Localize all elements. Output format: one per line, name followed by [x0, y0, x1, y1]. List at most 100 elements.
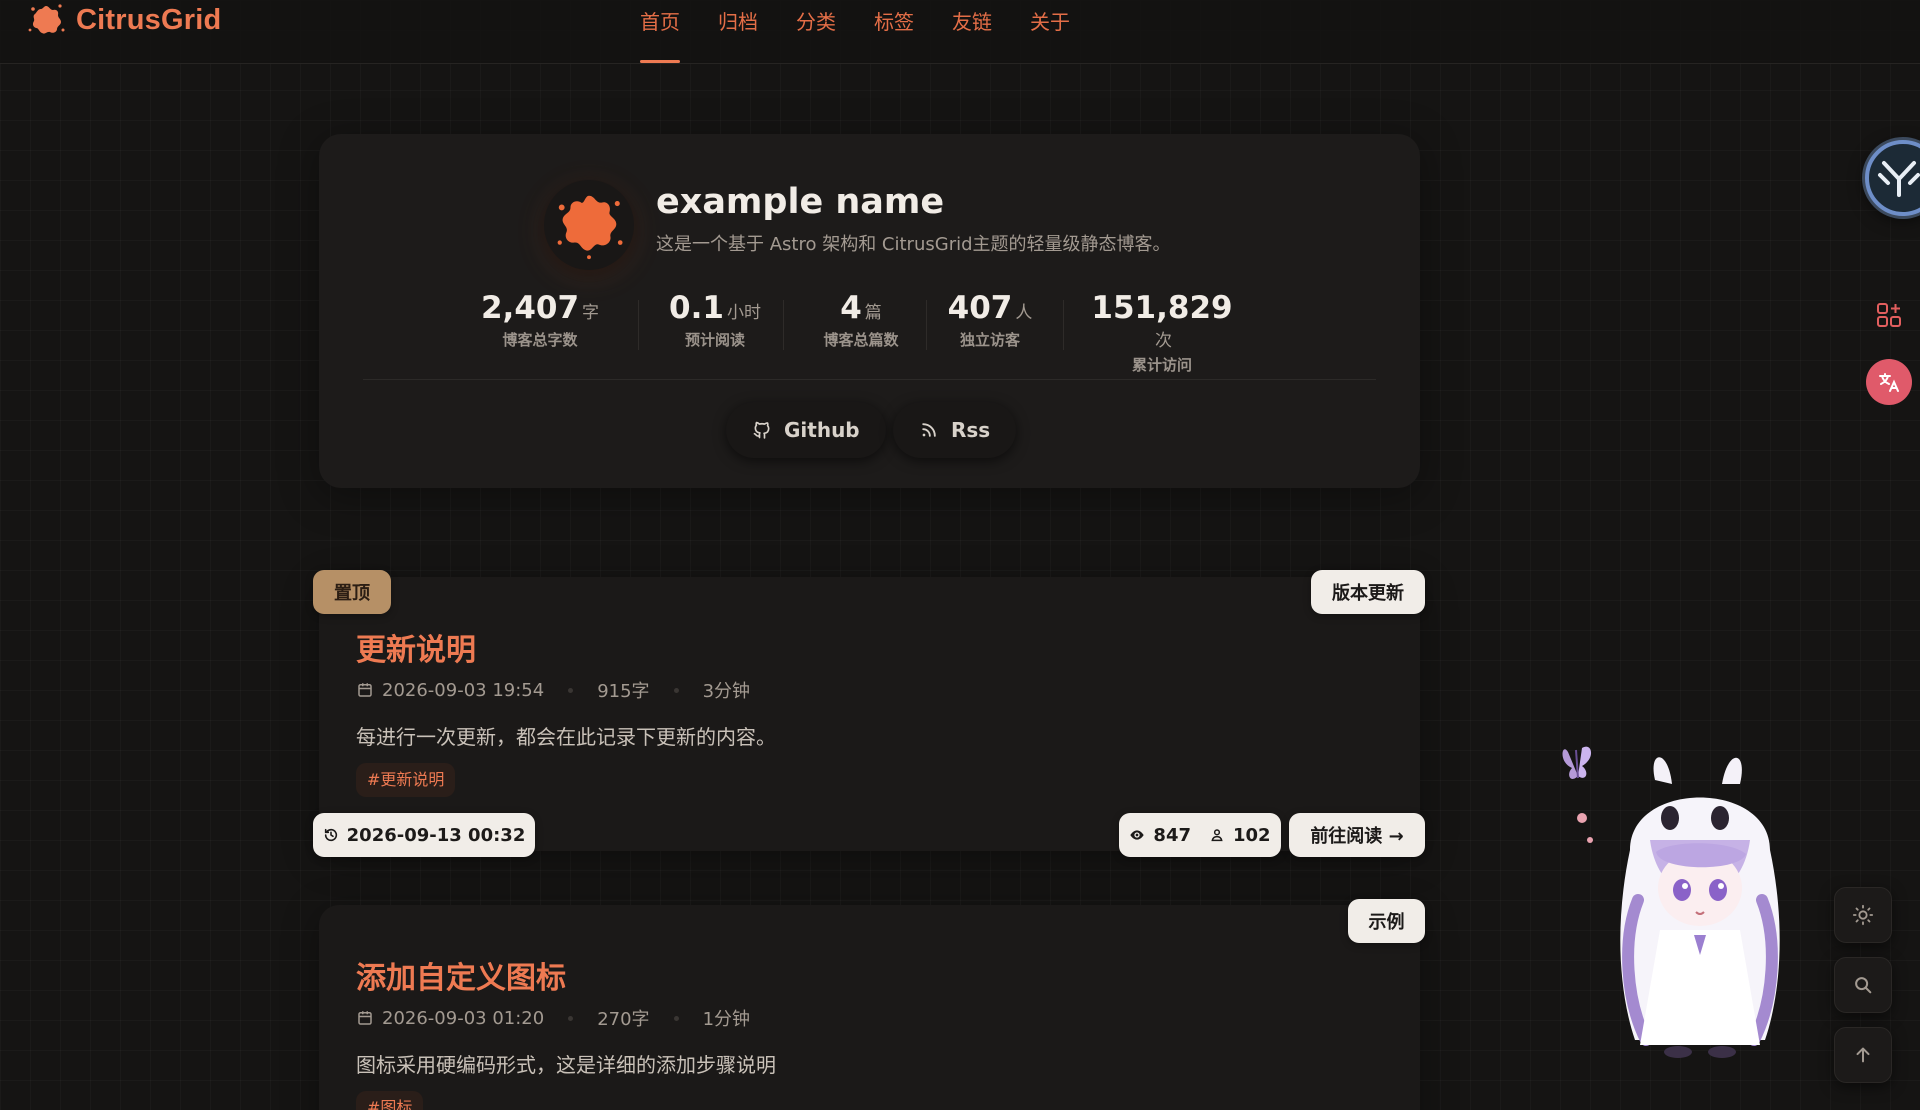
stat-read-time: 0.1 小时 预计阅读: [660, 290, 770, 350]
nav-item-home[interactable]: 首页: [640, 0, 680, 64]
profile-description: 这是一个基于 Astro 架构和 CitrusGrid主题的轻量级静态博客。: [656, 234, 1171, 255]
meta-separator: [568, 687, 574, 693]
nav-item-tags[interactable]: 标签: [874, 0, 914, 64]
post-card: 更新说明 2026-09-03 19:54 915字 3分钟 每进行一次更新，都…: [319, 577, 1420, 851]
stat-divider: [783, 300, 784, 350]
post-word-count: 915字: [597, 681, 650, 702]
stat-value: 4: [840, 290, 862, 326]
stat-label: 累计访问: [1131, 356, 1192, 374]
github-label: Github: [784, 418, 860, 442]
profile-divider: [363, 379, 1376, 380]
stat-value: 151,829: [1091, 290, 1233, 326]
stat-total-visits: 151,829 次 累计访问: [1087, 290, 1237, 375]
calendar-icon: [358, 1011, 372, 1025]
post-card: 添加自定义图标 2026-09-03 01:20 270字 1分钟 图标采用硬编…: [319, 905, 1420, 1110]
logo-splat-icon: [28, 4, 65, 34]
view-stats-badge: 847 102: [1119, 813, 1281, 857]
blog-avatar-icon[interactable]: [1865, 140, 1920, 216]
pinned-label: 置顶: [334, 583, 370, 604]
post-tag[interactable]: #更新说明: [356, 763, 456, 797]
stat-value: 407: [947, 290, 1013, 326]
back-to-top-button[interactable]: [1834, 1027, 1892, 1083]
github-button[interactable]: Github: [726, 402, 886, 458]
stat-unit: 人: [1015, 303, 1033, 323]
updated-time: 2026-09-13 00:32: [346, 824, 526, 846]
post-read-time: 3分钟: [702, 681, 751, 702]
history-icon: [324, 828, 337, 842]
stat-unit: 次: [1155, 331, 1172, 351]
nav-item-archive[interactable]: 归档: [718, 0, 758, 64]
stat-divider: [1063, 300, 1064, 350]
stat-value: 0.1: [669, 290, 724, 326]
search-icon: [1855, 977, 1872, 994]
profile-name: example name: [656, 182, 945, 222]
site-title: CitrusGrid: [76, 3, 222, 36]
main-nav: 首页 归档 分类 标签 友链 关于: [640, 0, 1108, 64]
stat-label: 独立访客: [959, 331, 1020, 349]
translate-icon: [1879, 373, 1899, 392]
theme-toggle-button[interactable]: [1834, 887, 1892, 943]
apps-icon: [1877, 303, 1901, 327]
post-date: 2026-09-03 19:54: [382, 679, 545, 701]
calendar-icon: [358, 683, 372, 697]
stat-divider: [638, 300, 639, 350]
site-logo[interactable]: CitrusGrid: [26, 0, 221, 40]
arrow-up-icon: [1856, 1047, 1870, 1063]
post-meta: 2026-09-03 19:54 915字 3分钟: [356, 677, 750, 703]
stat-unit: 字: [582, 303, 600, 323]
post-title[interactable]: 更新说明: [356, 625, 476, 669]
read-more-button[interactable]: 前往阅读 →: [1289, 813, 1425, 857]
y-logo-icon: [1878, 161, 1920, 197]
post-excerpt: 图标采用硬编码形式，这是详细的添加步骤说明: [356, 1053, 776, 1077]
splat-avatar-icon: [557, 195, 623, 260]
stat-divider: [926, 300, 927, 350]
stat-label: 博客总字数: [502, 331, 578, 349]
rss-label: Rss: [951, 418, 991, 442]
profile-card: example name 这是一个基于 Astro 架构和 CitrusGrid…: [319, 134, 1420, 488]
stat-visitors: 407 人 独立访客: [942, 290, 1038, 350]
category-badge[interactable]: 示例: [1348, 899, 1425, 943]
apps-button[interactable]: [1866, 292, 1912, 338]
stat-post-count: 4篇 博客总篇数: [803, 290, 919, 350]
stat-value: 2,407: [480, 290, 580, 326]
rss-button[interactable]: Rss: [893, 402, 1017, 458]
post-title[interactable]: 添加自定义图标: [356, 953, 566, 997]
read-more-label: 前往阅读 →: [1310, 826, 1404, 847]
stat-word-count: 2,407 字 博客总字数: [475, 290, 605, 350]
butterfly-icon: [1562, 746, 1592, 779]
avatar: [544, 180, 634, 270]
post-meta: 2026-09-03 01:20 270字 1分钟: [356, 1005, 750, 1031]
meta-separator: [673, 687, 679, 693]
stats-row: 2,407 字 博客总字数 0.1 小时 预计阅读 4篇 博客总篇数 407 人 独立…: [475, 290, 1265, 374]
post-tag[interactable]: #图标: [356, 1091, 424, 1110]
translate-button[interactable]: [1866, 359, 1912, 405]
user-icon: [1211, 829, 1223, 842]
category-label: 版本更新: [1332, 583, 1404, 604]
eye-icon: [1130, 830, 1145, 840]
nav-item-links[interactable]: 友链: [952, 0, 992, 64]
sun-icon: [1852, 904, 1874, 926]
nav-item-about[interactable]: 关于: [1030, 0, 1070, 64]
stat-unit: 小时: [726, 303, 761, 323]
view-count: 847: [1153, 824, 1191, 846]
nav-item-categories[interactable]: 分类: [796, 0, 836, 64]
github-icon: [753, 421, 770, 439]
visitor-count: 102: [1233, 824, 1271, 846]
stat-label: 博客总篇数: [823, 331, 899, 349]
post-excerpt: 每进行一次更新，都会在此记录下更新的内容。: [356, 725, 776, 749]
rss-icon: [922, 423, 936, 437]
meta-separator: [673, 1015, 679, 1021]
stat-unit: 篇: [864, 303, 882, 323]
category-label: 示例: [1368, 912, 1405, 933]
pinned-badge: 置顶: [313, 570, 391, 614]
search-button[interactable]: [1834, 957, 1892, 1013]
post-date: 2026-09-03 01:20: [382, 1007, 545, 1029]
updated-time-badge: 2026-09-13 00:32: [313, 813, 535, 857]
category-badge[interactable]: 版本更新: [1311, 570, 1425, 614]
stat-label: 预计阅读: [684, 331, 745, 349]
anime-mascot-illustration: [1562, 746, 1780, 1058]
post-word-count: 270字: [597, 1009, 650, 1030]
top-navigation: CitrusGrid 首页 归档 分类 标签 友链 关于: [0, 0, 1920, 64]
meta-separator: [568, 1015, 574, 1021]
post-read-time: 1分钟: [702, 1009, 751, 1030]
